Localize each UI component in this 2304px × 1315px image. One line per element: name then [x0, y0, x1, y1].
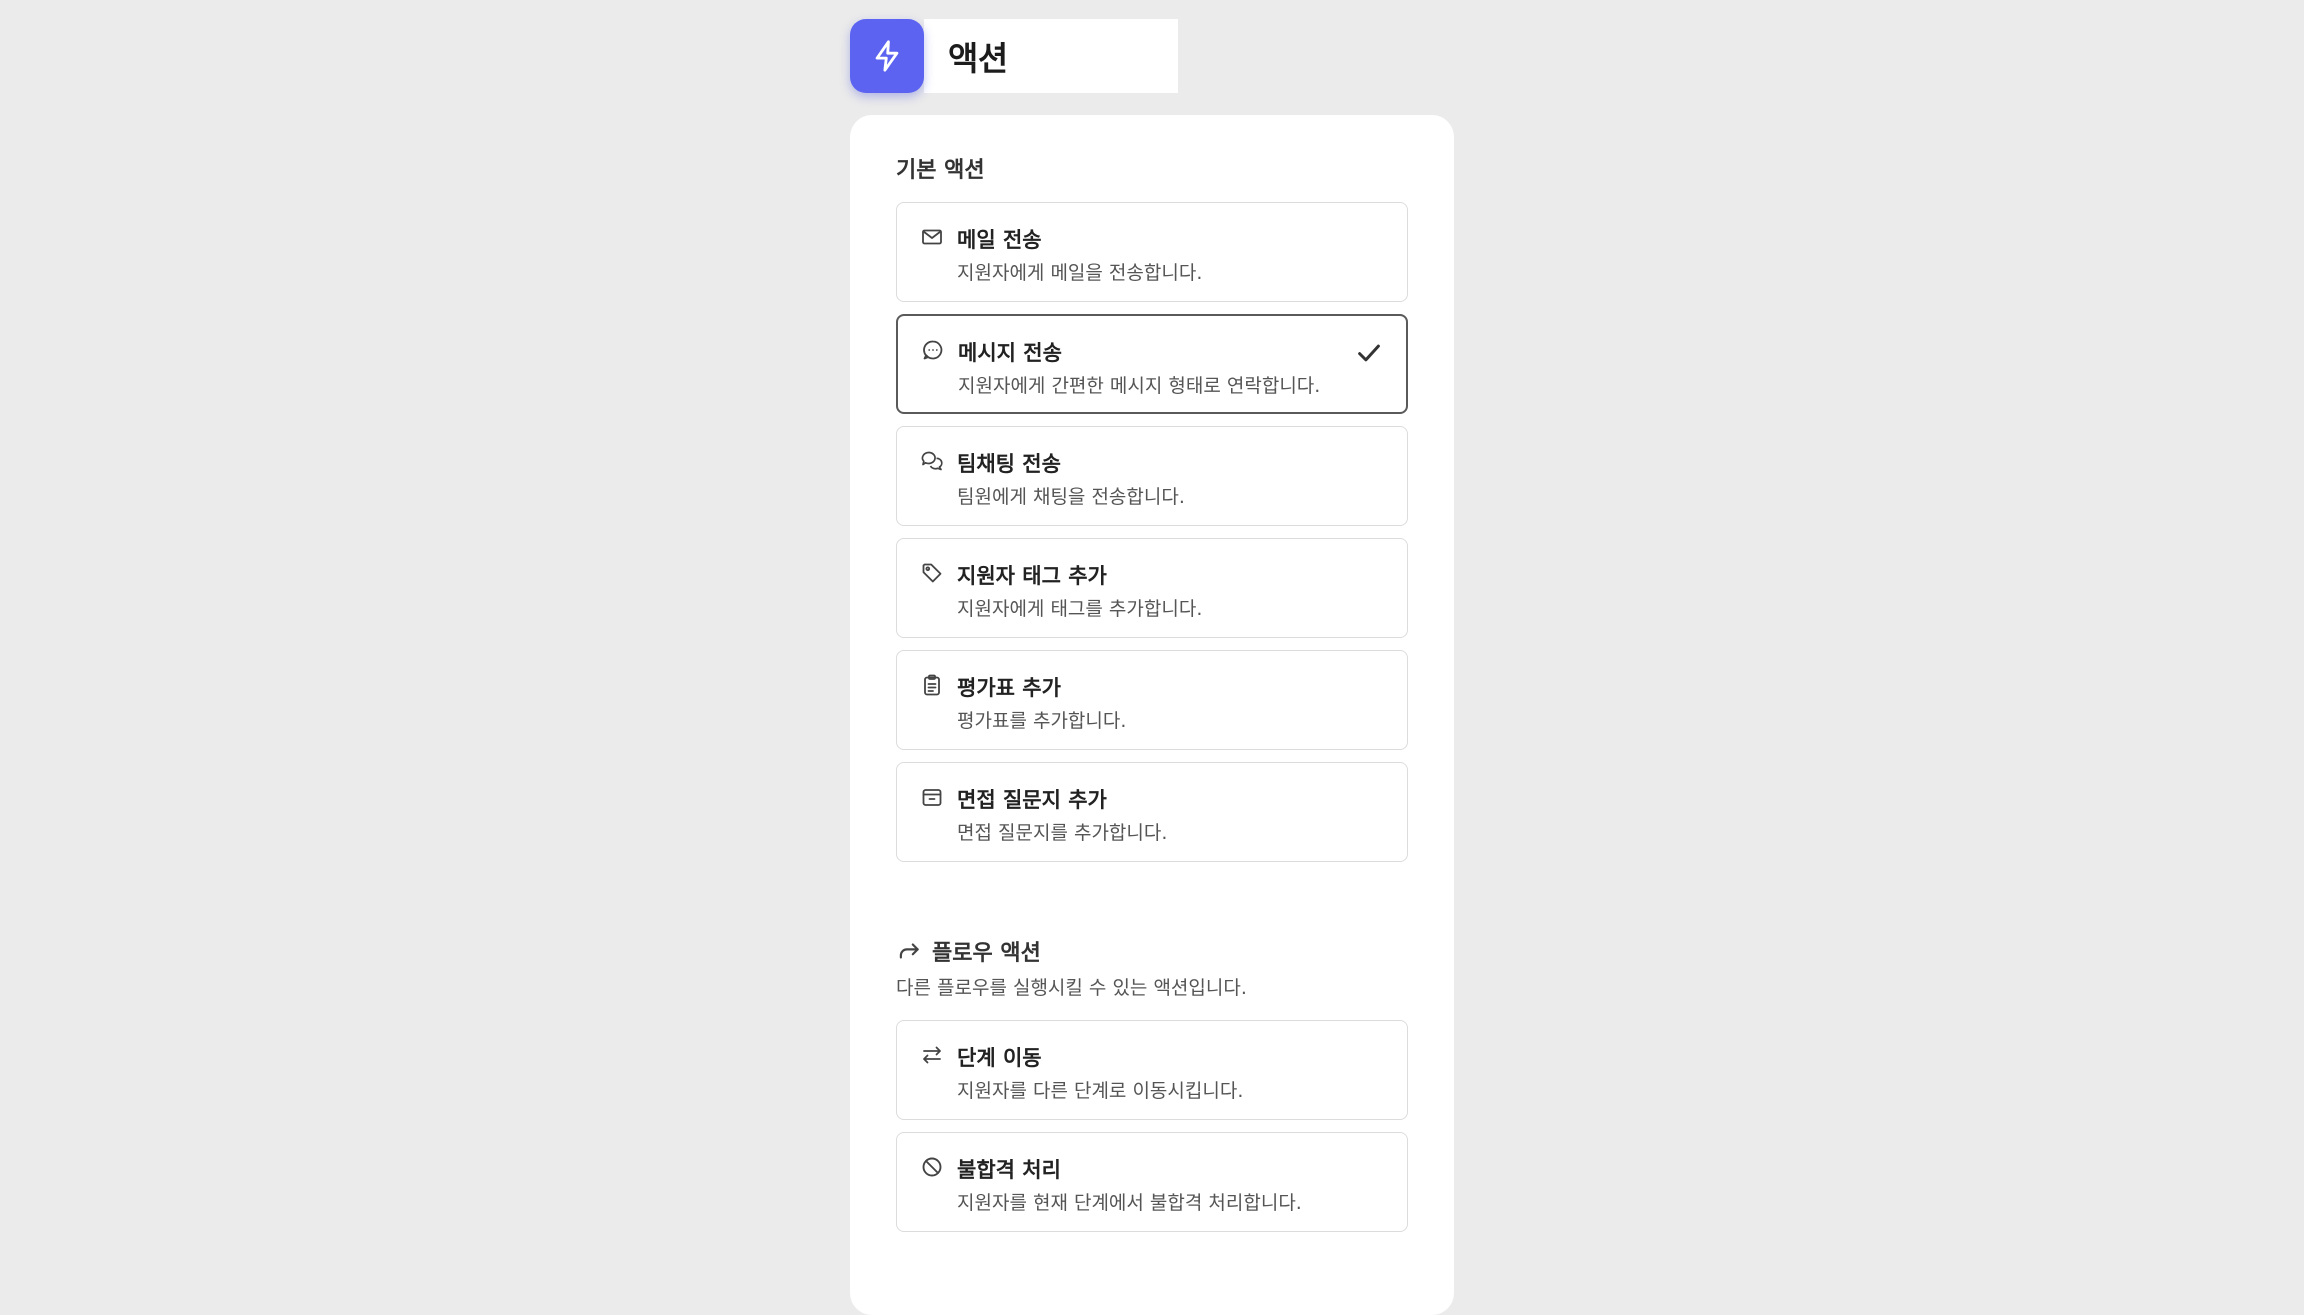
card-description: 지원자에게 간편한 메시지 형태로 연락합니다.: [958, 375, 1321, 397]
action-card-team-chat[interactable]: 팀채팅 전송 팀원에게 채팅을 전송합니다.: [896, 426, 1408, 526]
card-description: 지원자에게 태그를 추가합니다.: [957, 598, 1203, 620]
action-card-add-interview-questions[interactable]: 면접 질문지 추가 면접 질문지를 추가합니다.: [896, 762, 1408, 862]
page-header: 액션: [850, 19, 1178, 93]
flow-actions-title: 플로우 액션: [932, 941, 1041, 966]
actions-panel: 기본 액션 메일 전송 지원자에게 메일을 전송합니다. 메시지 전송 지원자에…: [850, 115, 1454, 1315]
card-title: 메시지 전송: [958, 341, 1062, 365]
mail-icon: [919, 224, 945, 250]
flow-actions-header: 플로우 액션: [896, 935, 1041, 967]
card-description: 지원자에게 메일을 전송합니다.: [957, 262, 1203, 284]
clipboard-icon: [919, 672, 945, 698]
card-title: 평가표 추가: [957, 676, 1061, 700]
action-card-reject[interactable]: 불합격 처리 지원자를 현재 단계에서 불합격 처리합니다.: [896, 1132, 1408, 1232]
card-title: 지원자 태그 추가: [957, 564, 1107, 588]
action-card-send-message[interactable]: 메시지 전송 지원자에게 간편한 메시지 형태로 연락합니다.: [896, 314, 1408, 414]
flow-actions-description: 다른 플로우를 실행시킬 수 있는 액션입니다.: [896, 977, 1247, 999]
page-title: 액션: [948, 39, 1008, 78]
card-description: 지원자를 현재 단계에서 불합격 처리합니다.: [957, 1192, 1302, 1214]
card-title: 팀채팅 전송: [957, 452, 1061, 476]
archive-box-icon: [919, 784, 945, 810]
basic-actions-title: 기본 액션: [896, 158, 985, 183]
tag-icon: [919, 560, 945, 586]
action-card-send-mail[interactable]: 메일 전송 지원자에게 메일을 전송합니다.: [896, 202, 1408, 302]
message-circle-icon: [920, 337, 946, 363]
card-title: 불합격 처리: [957, 1158, 1061, 1182]
card-title: 메일 전송: [957, 228, 1042, 252]
action-card-add-tag[interactable]: 지원자 태그 추가 지원자에게 태그를 추가합니다.: [896, 538, 1408, 638]
card-title: 단계 이동: [957, 1046, 1042, 1070]
card-description: 면접 질문지를 추가합니다.: [957, 822, 1168, 844]
check-icon: [1354, 338, 1384, 368]
card-description: 팀원에게 채팅을 전송합니다.: [957, 486, 1185, 508]
swap-arrows-icon: [919, 1042, 945, 1068]
ban-icon: [919, 1154, 945, 1180]
lightning-bolt-icon: [850, 19, 924, 93]
action-card-move-stage[interactable]: 단계 이동 지원자를 다른 단계로 이동시킵니다.: [896, 1020, 1408, 1120]
card-title: 면접 질문지 추가: [957, 788, 1107, 812]
card-description: 평가표를 추가합니다.: [957, 710, 1127, 732]
action-card-add-scorecard[interactable]: 평가표 추가 평가표를 추가합니다.: [896, 650, 1408, 750]
chat-bubbles-icon: [919, 448, 945, 474]
card-description: 지원자를 다른 단계로 이동시킵니다.: [957, 1080, 1244, 1102]
redirect-arrow-icon: [896, 938, 922, 964]
